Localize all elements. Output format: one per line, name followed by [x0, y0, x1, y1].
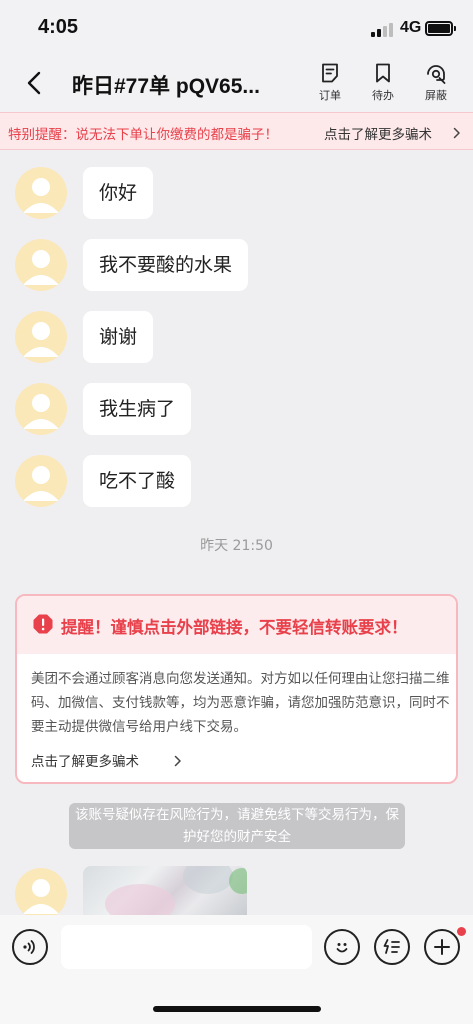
message-bubble[interactable]: 吃不了酸: [83, 455, 192, 507]
avatar[interactable]: [15, 311, 67, 363]
default-avatar-icon: [23, 250, 59, 285]
plus-icon: [434, 939, 450, 955]
block-label: 屏蔽: [425, 89, 447, 102]
chevron-right-icon: [174, 755, 181, 767]
warning-icon: [33, 614, 53, 634]
message-bubble[interactable]: 我生病了: [83, 383, 192, 435]
chevron-left-icon: [27, 71, 41, 95]
message-bubble[interactable]: 我不要酸的水果: [83, 239, 249, 291]
emoji-icon: [336, 943, 348, 953]
avatar[interactable]: [15, 239, 67, 291]
quick-reply-button[interactable]: [374, 929, 410, 965]
image-message-row: [0, 866, 473, 920]
default-avatar-icon: [23, 322, 59, 357]
image-message-thumbnail[interactable]: [83, 866, 247, 916]
back-button[interactable]: [20, 68, 50, 98]
default-avatar-icon: [23, 394, 59, 429]
avatar[interactable]: [15, 455, 67, 507]
fraud-warning-banner[interactable]: 特别提醒：说无法下单让你缴费的都是骗子！ 点击了解更多骗术: [0, 112, 473, 150]
safety-reminder-card: 提醒！谨慎点击外部链接，不要轻信转账要求！ 美团不会通过顾客消息向您发送通知。对…: [15, 594, 458, 784]
battery-icon: [425, 21, 456, 36]
default-avatar-icon: [23, 178, 59, 213]
quick-reply-icon: [383, 939, 400, 954]
todo-button[interactable]: 待办: [365, 62, 401, 108]
signal-icon: [371, 23, 395, 37]
status-time: 4:05: [38, 16, 79, 38]
todo-label: 待办: [372, 89, 394, 102]
message-row: 你好: [0, 167, 473, 221]
voice-icon: [23, 940, 35, 954]
status-bar: 4:05 4G: [0, 0, 473, 58]
default-avatar-icon: [23, 879, 59, 914]
plus-button[interactable]: [424, 929, 460, 965]
block-button[interactable]: 屏蔽: [418, 62, 454, 108]
risk-notice: 该账号疑似存在风险行为，请避免线下等交易行为，保护好您的财产安全: [69, 803, 405, 849]
banner-learn-more-link[interactable]: 点击了解更多骗术: [324, 123, 432, 143]
message-input[interactable]: [61, 925, 312, 969]
card-title: 提醒！谨慎点击外部链接，不要轻信转账要求！: [61, 618, 408, 637]
avatar[interactable]: [15, 868, 67, 920]
message-row: 谢谢: [0, 311, 473, 365]
bookmark-icon: [376, 63, 390, 83]
card-learn-more-link[interactable]: 点击了解更多骗术: [31, 750, 139, 770]
default-avatar-icon: [23, 466, 59, 501]
voice-button[interactable]: [12, 929, 48, 965]
nav-bar: 昨日#77单 pQV65... 订单 待办 屏蔽: [0, 58, 473, 112]
page-title: 昨日#77单 pQV65...: [72, 75, 260, 98]
message-row: 我不要酸的水果: [0, 239, 473, 293]
message-timestamp: 昨天 21:50: [200, 538, 273, 554]
banner-warning-text: 特别提醒：说无法下单让你缴费的都是骗子！: [8, 127, 278, 143]
message-bubble[interactable]: 谢谢: [83, 311, 154, 363]
network-label: 4G: [400, 19, 422, 36]
order-button[interactable]: 订单: [312, 62, 348, 108]
avatar[interactable]: [15, 167, 67, 219]
chevron-right-icon: [453, 127, 460, 139]
input-bar: [0, 915, 473, 1024]
block-icon: [427, 65, 446, 84]
message-row: 我生病了: [0, 383, 473, 437]
card-body-text: 美团不会通过顾客消息向您发送通知。对方如以任何理由让您扫描二维码、加微信、支付钱…: [31, 671, 450, 735]
order-label: 订单: [319, 89, 341, 102]
message-row: 吃不了酸: [0, 455, 473, 509]
message-bubble[interactable]: 你好: [83, 167, 154, 219]
avatar[interactable]: [15, 383, 67, 435]
card-header: 提醒！谨慎点击外部链接，不要轻信转账要求！: [17, 596, 456, 654]
emoji-button[interactable]: [324, 929, 360, 965]
notification-dot: [457, 927, 466, 936]
home-indicator[interactable]: [153, 1006, 321, 1012]
order-icon: [322, 63, 338, 83]
